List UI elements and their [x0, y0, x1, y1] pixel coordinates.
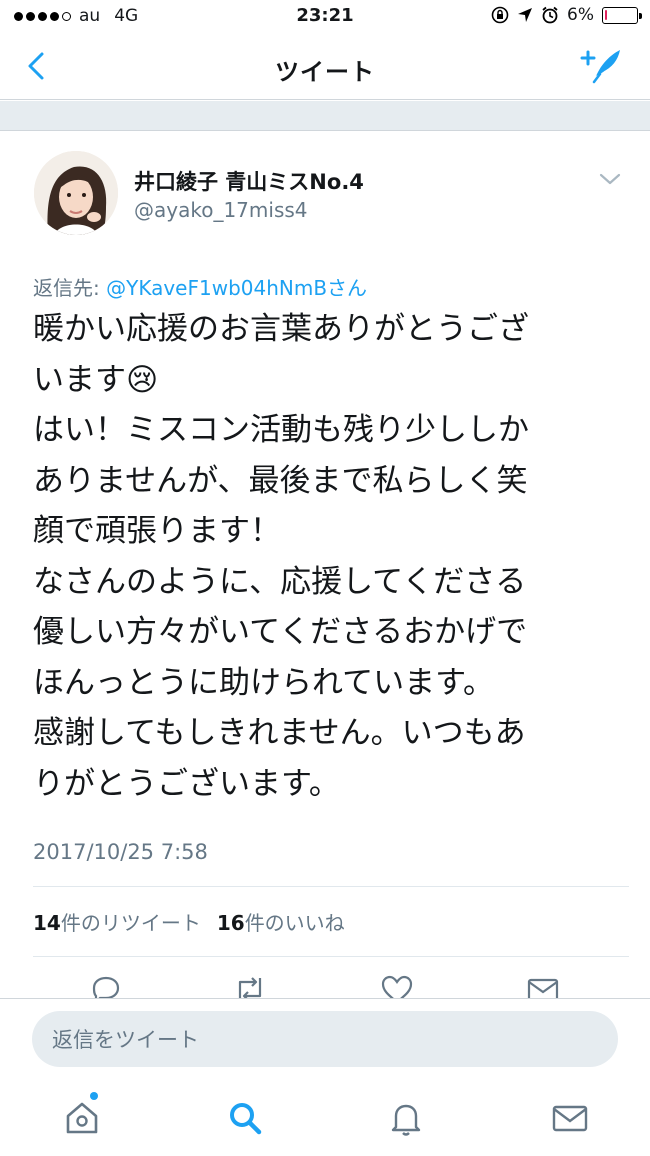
retweets-stat[interactable]: 14件のリツイート	[33, 907, 201, 936]
alarm-icon	[542, 6, 558, 24]
retweets-count: 14	[33, 911, 61, 935]
notifications-bell-icon[interactable]	[386, 1098, 426, 1138]
battery-level	[605, 9, 607, 20]
reply-prefix: 返信先:	[33, 276, 107, 300]
divider	[33, 956, 629, 957]
tweet-text-line: りがとうございます。	[33, 765, 340, 802]
tweet-text-line: 感謝してもしきれません。いつもあ	[33, 715, 526, 751]
reply-composer: 返信をツイート	[0, 998, 650, 1080]
search-icon[interactable]	[225, 1098, 265, 1138]
notification-dot	[90, 1092, 98, 1100]
status-bar: au 4G 23:21 6%	[0, 0, 650, 34]
location-arrow-icon	[518, 8, 533, 22]
avatar[interactable]	[34, 151, 118, 235]
tweet-stats: 14件のリツイート 16件のいいね	[33, 907, 345, 936]
like-heart-icon[interactable]	[379, 974, 415, 998]
tweet-text-line: います😢	[33, 361, 159, 398]
chevron-down-icon[interactable]	[598, 170, 622, 188]
likes-count: 16	[216, 911, 245, 935]
avatar-image	[34, 151, 118, 235]
home-icon[interactable]	[62, 1098, 102, 1138]
tweet-text-line: 顔で頑張ります！	[33, 513, 281, 549]
tweet-timestamp: 2017/10/25 7:58	[33, 840, 208, 864]
tweet-text-line: 優しい方々がいてくださるおかげで	[33, 614, 528, 650]
tweet-text-line: ほんっとうに助けられています。	[33, 664, 494, 701]
battery-icon	[602, 6, 642, 24]
compose-tweet-icon[interactable]	[580, 46, 624, 86]
divider	[33, 886, 629, 887]
tweet-text-line: はい！ミスコン活動も残り少ししか	[33, 412, 529, 448]
author-handle[interactable]: @ayako_17miss4	[134, 198, 308, 222]
nav-bar: ツイート	[0, 34, 650, 100]
reply-mention-link[interactable]: @YKaveF1wb04hNmBさん	[106, 276, 367, 300]
tweet-text-line: ありませんが、最後まで私らしく笑	[33, 462, 528, 499]
author-display-name[interactable]: 井口綾子 青山ミスNo.4	[134, 166, 364, 196]
retweets-label: 件のリツイート	[60, 911, 201, 935]
page-title: ツイート	[275, 58, 375, 86]
rotation-lock-icon	[491, 6, 509, 24]
separator-band	[0, 101, 650, 131]
reply-context: 返信先: @YKaveF1wb04hNmBさん	[33, 272, 367, 301]
tweet-text-line: なさんのように、応援してくださる	[33, 563, 527, 600]
direct-message-icon[interactable]	[525, 974, 561, 998]
tweet-actions	[0, 972, 650, 998]
likes-stat[interactable]: 16件のいいね	[217, 907, 345, 936]
reply-input[interactable]: 返信をツイート	[32, 1011, 618, 1067]
tweet-text-line: 暖かい応援のお言葉ありがとうござ	[33, 311, 529, 347]
messages-envelope-icon[interactable]	[550, 1098, 590, 1138]
tab-bar	[0, 1080, 650, 1156]
status-right: 6%	[491, 5, 642, 25]
likes-label: 件のいいね	[244, 911, 345, 935]
retweet-icon[interactable]	[232, 974, 268, 998]
battery-percent: 6%	[567, 5, 594, 25]
reply-icon[interactable]	[88, 974, 124, 998]
tweet-text: 暖かい応援のお言葉ありがとうござ います😢 はい！ミスコン活動も残り少ししか あ…	[33, 304, 623, 809]
